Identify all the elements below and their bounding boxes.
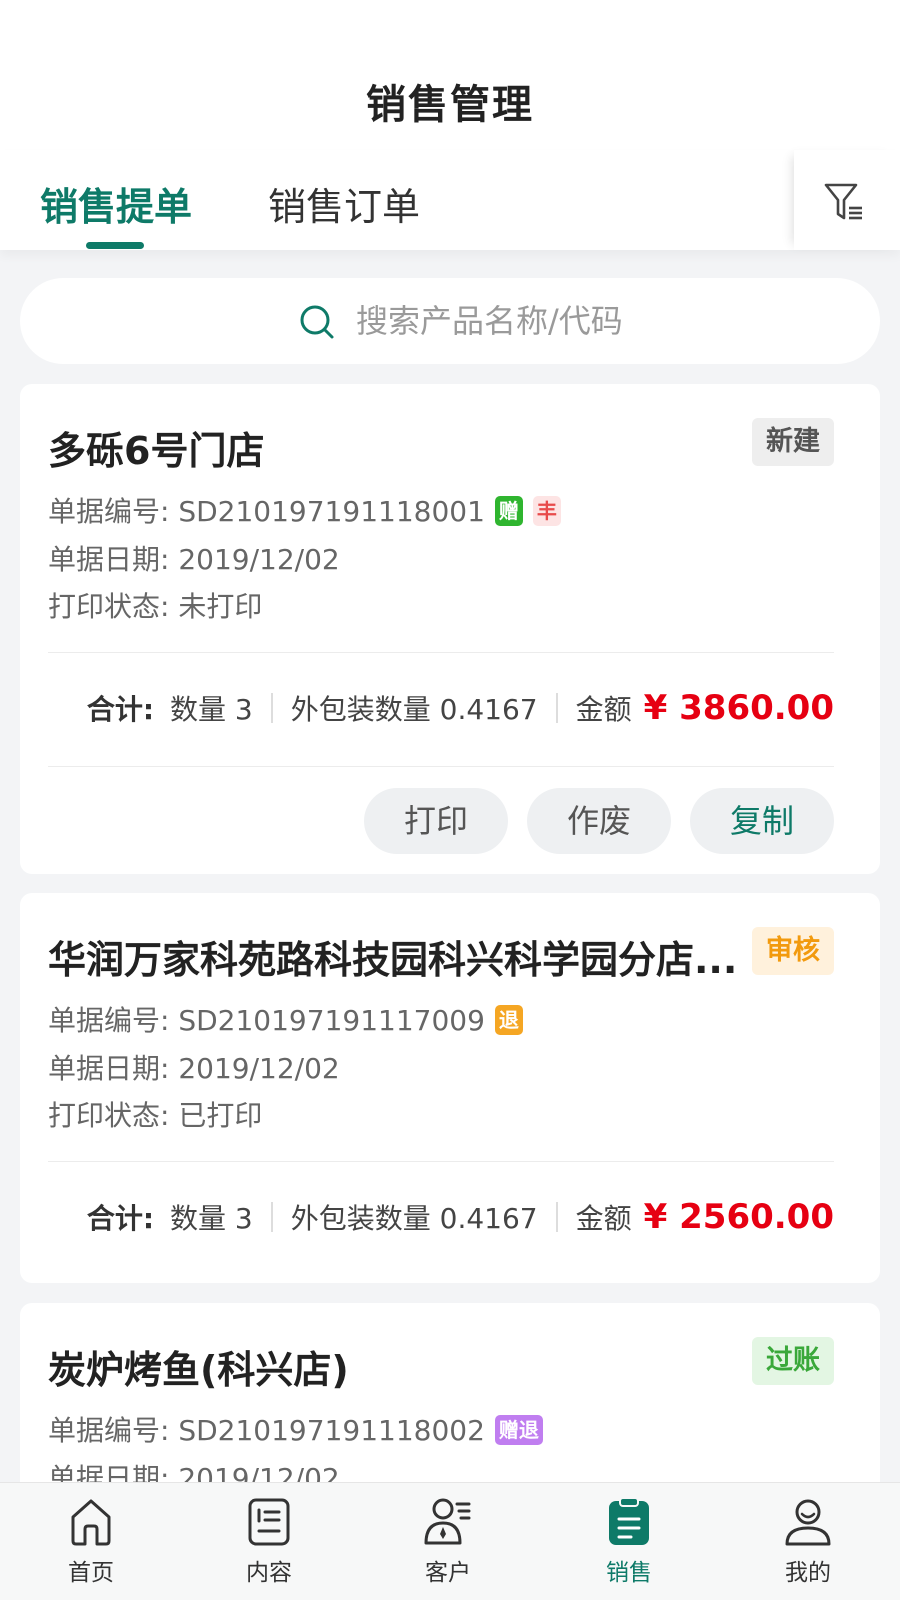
- nav-home[interactable]: 首页: [31, 1497, 151, 1587]
- doc-date-line: 单据日期: 2019/12/02: [48, 1047, 340, 1087]
- doc-number-label: 单据编号:: [48, 495, 179, 528]
- doc-number-line: 单据编号: SD210197191117009 退: [48, 999, 523, 1039]
- divider: [48, 766, 834, 767]
- gift-tag: 赠: [494, 496, 523, 526]
- doc-date-label: 单据日期:: [48, 543, 179, 576]
- total-label: 合计:: [86, 1202, 155, 1235]
- tab-bar: 销售提单 销售订单: [0, 150, 900, 250]
- separator: [270, 693, 273, 723]
- amount-value: ¥ 2560.00: [644, 1197, 834, 1237]
- print-status-value: 已打印: [178, 1099, 263, 1132]
- package-quantity: 外包装数量 0.4167: [290, 1202, 538, 1235]
- gift-return-tag: 赠退: [494, 1415, 543, 1445]
- sf-tag: 丰: [532, 496, 561, 526]
- print-status-value: 未打印: [178, 590, 263, 623]
- amount-value: ¥ 3860.00: [644, 688, 834, 728]
- active-tab-indicator: [86, 242, 144, 249]
- currency-symbol: ¥: [643, 1197, 668, 1237]
- doc-number-value: SD210197191118001: [178, 495, 485, 528]
- return-tag: 退: [494, 1005, 523, 1035]
- print-status-label: 打印状态:: [48, 590, 179, 623]
- order-card[interactable]: 多砾6号门店 新建 单据编号: SD210197191118001 赠丰 单据日期…: [20, 384, 880, 874]
- amount-label: 金额: [575, 693, 632, 726]
- store-name: 多砾6号门店: [48, 429, 265, 473]
- tab-sales-order[interactable]: 销售订单: [268, 176, 420, 231]
- order-card[interactable]: 炭炉烤鱼(科兴店) 过账 单据编号: SD210197191118002 赠退 单…: [20, 1303, 880, 1503]
- doc-number-line: 单据编号: SD210197191118002 赠退: [48, 1409, 543, 1449]
- print-button[interactable]: 打印: [364, 788, 508, 854]
- nav-label: 首页: [68, 1560, 114, 1586]
- content-icon: [248, 1498, 290, 1546]
- doc-number-value: SD210197191118002: [178, 1414, 485, 1447]
- quantity: 数量 3: [170, 1202, 253, 1235]
- tab-sales-bill[interactable]: 销售提单: [40, 176, 192, 231]
- nav-label: 客户: [425, 1560, 471, 1586]
- doc-number-line: 单据编号: SD210197191118001 赠丰: [48, 490, 561, 530]
- filter-button[interactable]: [794, 150, 900, 250]
- doc-number-label: 单据编号:: [48, 1414, 179, 1447]
- divider: [48, 652, 834, 653]
- status-badge: 过账: [752, 1337, 834, 1385]
- quantity: 数量 3: [170, 693, 253, 726]
- print-status-line: 打印状态: 已打印: [48, 1094, 262, 1134]
- card-actions: 打印 作废 复制: [345, 788, 834, 854]
- nav-profile[interactable]: 我的: [748, 1497, 868, 1587]
- page-title: 销售管理: [366, 82, 534, 128]
- nav-sales[interactable]: 销售: [569, 1497, 689, 1587]
- status-badge: 新建: [752, 418, 834, 466]
- nav-customer[interactable]: 客户: [388, 1497, 508, 1587]
- doc-number-value: SD210197191117009: [178, 1004, 485, 1037]
- top-bar: 销售管理 销售提单 销售订单: [0, 0, 900, 250]
- filter-icon: [824, 183, 862, 220]
- amount-label: 金额: [575, 1202, 632, 1235]
- totals-row: 合计: 数量 3 外包装数量 0.4167 金额 ¥ 2560.00: [87, 1187, 834, 1247]
- void-button[interactable]: 作废: [527, 788, 671, 854]
- profile-icon: [785, 1499, 831, 1546]
- print-status-label: 打印状态:: [48, 1099, 179, 1132]
- separator: [555, 693, 558, 723]
- print-status-line: 打印状态: 未打印: [48, 585, 262, 625]
- bottom-navigation: 首页 内容 客户 销售 我的: [0, 1482, 900, 1600]
- doc-date-label: 单据日期:: [48, 1052, 179, 1085]
- amount-number: 2560.00: [679, 1197, 834, 1237]
- home-icon: [71, 1499, 111, 1546]
- doc-date-line: 单据日期: 2019/12/02: [48, 538, 340, 578]
- nav-label: 销售: [606, 1560, 652, 1586]
- separator: [270, 1202, 273, 1232]
- amount-number: 3860.00: [679, 688, 834, 728]
- store-name: 华润万家科苑路科技园科兴科学园分店...: [48, 938, 738, 982]
- nav-label: 内容: [246, 1560, 292, 1586]
- store-name: 炭炉烤鱼(科兴店): [48, 1348, 349, 1392]
- nav-content[interactable]: 内容: [209, 1497, 329, 1587]
- search-bar[interactable]: [20, 278, 880, 364]
- search-input[interactable]: [356, 296, 776, 346]
- order-card[interactable]: 华润万家科苑路科技园科兴科学园分店... 审核 单据编号: SD21019719…: [20, 893, 880, 1283]
- sales-icon: [609, 1497, 649, 1545]
- divider: [48, 1161, 834, 1162]
- status-badge: 审核: [752, 927, 834, 975]
- nav-label: 我的: [785, 1560, 831, 1586]
- doc-date-value: 2019/12/02: [178, 543, 340, 576]
- totals-row: 合计: 数量 3 外包装数量 0.4167 金额 ¥ 3860.00: [87, 678, 834, 738]
- copy-button[interactable]: 复制: [690, 788, 834, 854]
- search-icon: [300, 305, 334, 339]
- doc-number-label: 单据编号:: [48, 1004, 179, 1037]
- doc-date-value: 2019/12/02: [178, 1052, 340, 1085]
- package-quantity: 外包装数量 0.4167: [290, 693, 538, 726]
- customer-icon: [424, 1498, 471, 1545]
- currency-symbol: ¥: [643, 688, 668, 728]
- separator: [555, 1202, 558, 1232]
- total-label: 合计:: [86, 693, 155, 726]
